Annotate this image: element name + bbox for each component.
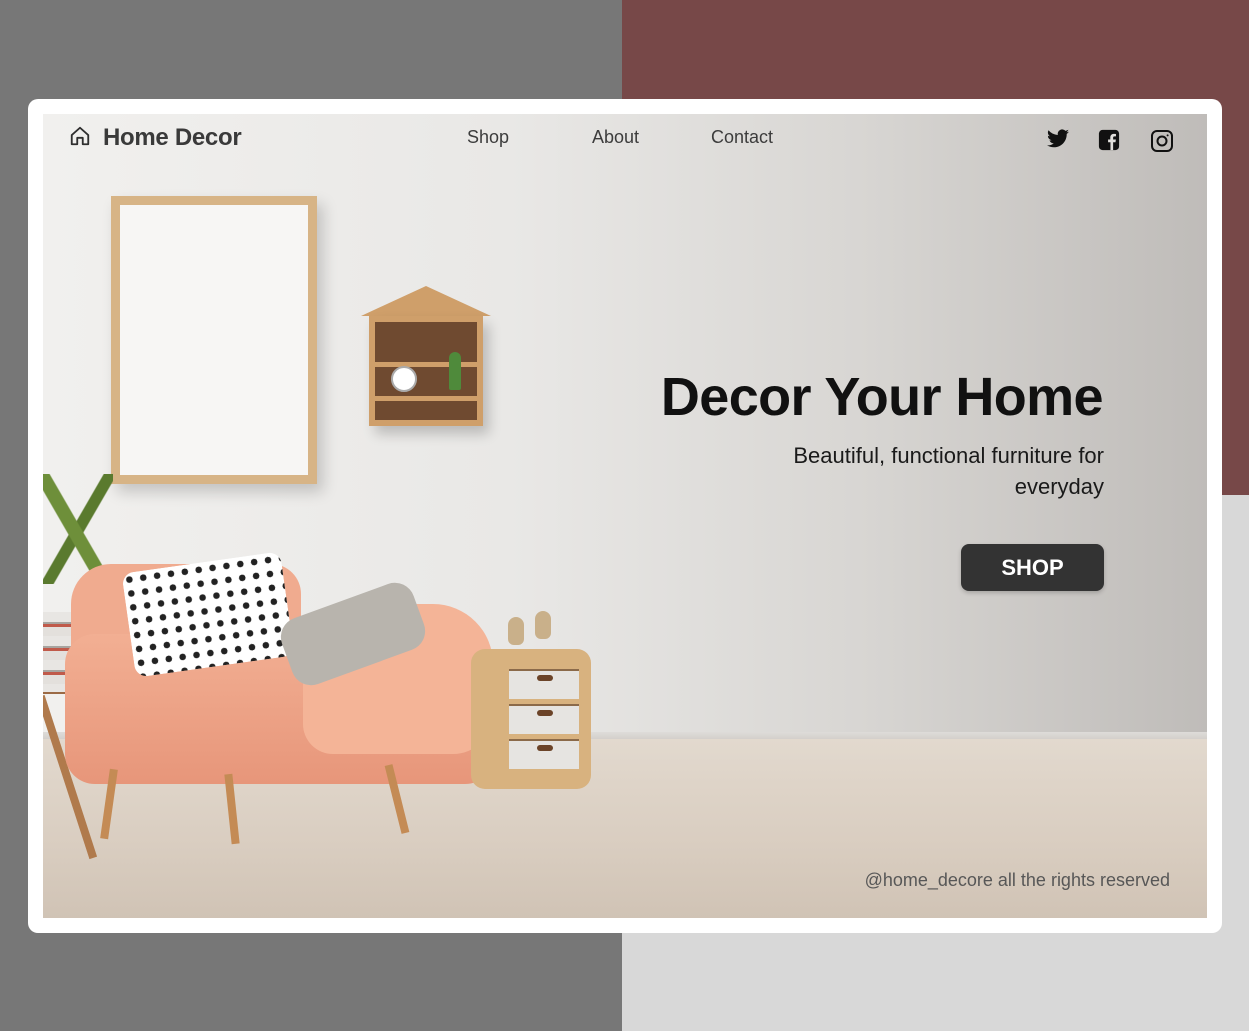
clock-icon [391, 366, 417, 392]
bird-figurine [535, 611, 551, 639]
nav-link-about[interactable]: About [592, 127, 639, 148]
nav-link-contact[interactable]: Contact [711, 127, 773, 148]
hero-headline: Decor Your Home [660, 367, 1104, 427]
nav-link-shop[interactable]: Shop [467, 127, 509, 148]
facebook-icon[interactable] [1098, 129, 1122, 153]
instagram-icon[interactable] [1150, 129, 1174, 153]
twitter-icon[interactable] [1046, 127, 1070, 151]
wall-picture-frame [111, 196, 317, 484]
shop-button[interactable]: SHOP [961, 544, 1104, 591]
hero-section: Home Decor Shop About Contact Decor Your… [43, 114, 1207, 918]
house-shelf [361, 286, 491, 426]
checkered-pillow [121, 551, 295, 678]
nightstand [471, 649, 591, 789]
footer-copyright: @home_decore all the rights reserved [864, 870, 1170, 890]
landing-card: Home Decor Shop About Contact Decor Your… [28, 99, 1222, 933]
plant-icon [449, 352, 461, 390]
brand-name: Home Decor [103, 124, 242, 151]
home-icon [69, 125, 91, 152]
hero-subline: Beautiful, functional furniture for ever… [793, 443, 1104, 499]
bird-figurine [508, 617, 524, 645]
brand-logo[interactable]: Home Decor [69, 124, 242, 152]
